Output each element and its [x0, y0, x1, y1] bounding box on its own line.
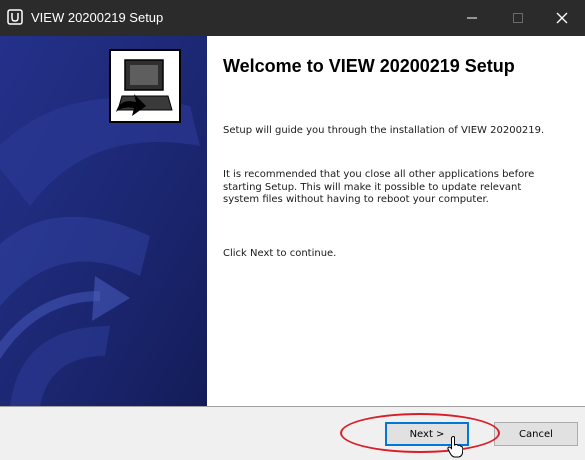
close-button[interactable] — [539, 0, 585, 36]
computer-install-icon — [109, 49, 181, 123]
window-title: VIEW 20200219 Setup — [31, 10, 164, 25]
installer-window: VIEW 20200219 Setup Welcome to VIEW 2020… — [0, 0, 585, 460]
welcome-panel: Welcome to VIEW 20200219 Setup Setup wil… — [207, 36, 585, 406]
title-bar[interactable]: VIEW 20200219 Setup — [0, 0, 585, 36]
installer-app-icon — [7, 9, 23, 25]
minimize-icon — [467, 17, 477, 19]
wizard-sidebar-image — [0, 36, 207, 406]
welcome-heading: Welcome to VIEW 20200219 Setup — [223, 56, 515, 76]
maximize-button[interactable] — [495, 0, 541, 36]
intro-paragraph: Setup will guide you through the install… — [223, 125, 545, 136]
close-icon — [556, 12, 568, 24]
continue-paragraph: Click Next to continue. — [223, 248, 337, 259]
minimize-button[interactable] — [449, 0, 495, 36]
next-button[interactable]: Next > — [385, 422, 469, 446]
maximize-icon — [513, 13, 523, 23]
close-apps-paragraph: It is recommended that you close all oth… — [223, 169, 535, 205]
sidebar-artwork — [0, 36, 207, 406]
button-bar: Next > Cancel — [0, 407, 585, 460]
cancel-button[interactable]: Cancel — [494, 422, 578, 446]
